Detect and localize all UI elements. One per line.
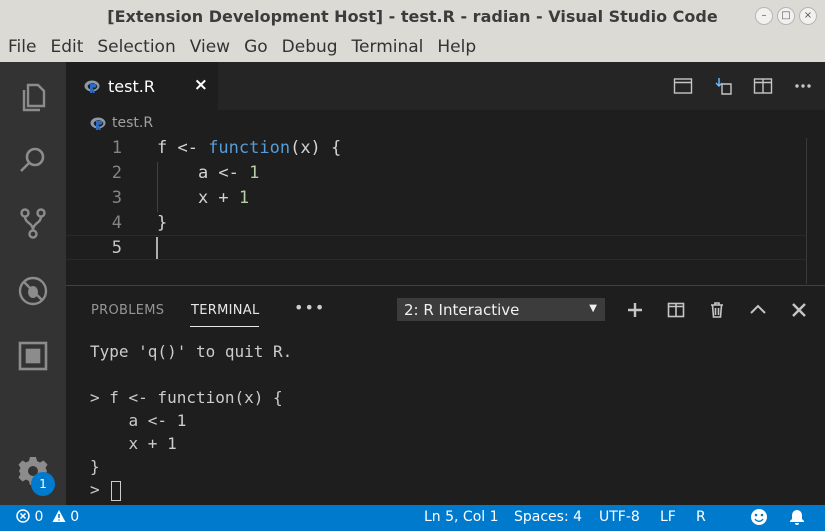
- cursor-position[interactable]: Ln 5, Col 1: [424, 509, 499, 525]
- explorer-icon[interactable]: [0, 68, 66, 126]
- maximize-button[interactable]: □: [777, 7, 795, 25]
- terminal-line: > f <- function(x) {: [90, 388, 283, 407]
- search-icon[interactable]: [0, 131, 66, 189]
- r-language-icon: [90, 116, 106, 130]
- terminal-select[interactable]: 2: R Interactive ▼: [397, 298, 605, 321]
- run-file-icon[interactable]: [711, 74, 735, 98]
- activity-bar: 1: [0, 62, 66, 505]
- breadcrumb[interactable]: test.R: [90, 112, 153, 134]
- open-preview-icon[interactable]: [671, 74, 695, 98]
- trash-icon[interactable]: [706, 298, 728, 322]
- close-window-button[interactable]: ×: [799, 7, 817, 25]
- tab-label: test.R: [108, 76, 155, 96]
- bottom-panel: PROBLEMS TERMINAL ••• 2: R Interactive ▼…: [66, 285, 825, 505]
- title-bar: [Extension Development Host] - test.R - …: [0, 0, 825, 32]
- text-cursor: [156, 237, 158, 259]
- number-token: 1: [238, 187, 250, 208]
- menu-file[interactable]: File: [8, 37, 36, 57]
- bell-icon[interactable]: [788, 508, 806, 530]
- editor-line-active[interactable]: 5: [66, 235, 806, 260]
- terminal-prompt: >: [90, 480, 110, 499]
- panel-actions: [624, 298, 810, 322]
- menu-terminal[interactable]: Terminal: [352, 37, 424, 57]
- new-terminal-icon[interactable]: [624, 298, 646, 322]
- window-controls: – □ ×: [755, 7, 817, 25]
- number-token: 1: [249, 162, 260, 183]
- warning-count: 0: [70, 509, 80, 525]
- code-token: x +: [157, 187, 239, 208]
- chevron-up-icon[interactable]: [747, 298, 769, 322]
- close-panel-icon[interactable]: [788, 298, 810, 322]
- language-mode[interactable]: R: [696, 509, 706, 525]
- more-views-icon[interactable]: •••: [294, 298, 325, 317]
- menu-view[interactable]: View: [190, 37, 230, 57]
- error-icon: [16, 509, 30, 523]
- more-actions-icon[interactable]: [791, 74, 815, 98]
- split-terminal-icon[interactable]: [665, 298, 687, 322]
- editor-actions: [671, 74, 815, 98]
- tab-terminal[interactable]: TERMINAL: [191, 303, 260, 318]
- terminal-line: x + 1: [90, 434, 177, 453]
- tab-test-r[interactable]: test.R ×: [66, 62, 218, 110]
- editor-line[interactable]: 1 f <- function(x) {: [66, 135, 806, 160]
- editor-line[interactable]: 3 x + 1: [66, 185, 806, 210]
- terminal-cursor: [111, 480, 122, 501]
- terminal-line: Type 'q()' to quit R.: [90, 342, 293, 361]
- error-count: 0: [34, 509, 44, 525]
- feedback-smiley-icon[interactable]: [750, 508, 768, 530]
- terminal-line: }: [90, 457, 100, 476]
- tab-problems[interactable]: PROBLEMS: [91, 303, 164, 318]
- line-code: a <- 1: [157, 163, 259, 183]
- menu-selection[interactable]: Selection: [97, 37, 175, 57]
- line-number: 5: [111, 237, 122, 258]
- extensions-icon[interactable]: [0, 327, 66, 385]
- r-language-icon: [84, 79, 100, 93]
- encoding-status[interactable]: UTF-8: [599, 509, 640, 525]
- menu-debug[interactable]: Debug: [282, 37, 338, 57]
- minimize-button[interactable]: –: [755, 7, 773, 25]
- line-code: }: [157, 212, 168, 233]
- eol-status[interactable]: LF: [660, 509, 676, 525]
- indent-guide: [157, 162, 158, 212]
- code-token: (x) {: [290, 137, 342, 158]
- line-number: 2: [111, 162, 122, 183]
- line-number: 3: [111, 187, 122, 208]
- source-control-icon[interactable]: [0, 194, 66, 252]
- split-editor-icon[interactable]: [751, 74, 775, 98]
- indentation-status[interactable]: Spaces: 4: [514, 509, 582, 525]
- chevron-down-icon: ▼: [589, 303, 597, 314]
- line-number: 4: [111, 212, 122, 233]
- terminal-select-value: 2: R Interactive: [404, 300, 520, 319]
- line-code: x + 1: [157, 188, 249, 208]
- keyword-token: function: [208, 137, 291, 158]
- menu-bar: File Edit Selection View Go Debug Termin…: [0, 32, 825, 62]
- status-bar: 0 0 Ln 5, Col 1 Spaces: 4 UTF-8 LF R: [0, 505, 825, 531]
- editor-tab-bar: test.R ×: [66, 62, 825, 110]
- warning-icon: [52, 510, 66, 522]
- menu-edit[interactable]: Edit: [50, 37, 83, 57]
- editor-line[interactable]: 2 a <- 1: [66, 160, 806, 185]
- problems-status[interactable]: 0 0: [16, 509, 79, 525]
- window-title: [Extension Development Host] - test.R - …: [107, 6, 718, 26]
- close-tab-icon[interactable]: ×: [194, 75, 208, 95]
- menu-go[interactable]: Go: [244, 37, 268, 57]
- line-code: f <- function(x) {: [157, 138, 341, 158]
- settings-update-badge: 1: [31, 472, 55, 496]
- line-number: 1: [111, 137, 122, 158]
- menu-help[interactable]: Help: [437, 37, 476, 57]
- terminal-line: a <- 1: [90, 411, 187, 430]
- terminal-prompt-line[interactable]: >: [90, 478, 122, 501]
- debug-icon[interactable]: [0, 262, 66, 320]
- active-tab-indicator: [190, 326, 259, 327]
- editor-scrollbar[interactable]: [806, 138, 807, 284]
- editor-line[interactable]: 4 }: [66, 210, 806, 235]
- code-editor[interactable]: 1 f <- function(x) { 2 a <- 1 3 x + 1 4 …: [66, 134, 825, 284]
- code-token: a <-: [157, 162, 250, 183]
- breadcrumb-file[interactable]: test.R: [112, 115, 153, 131]
- code-token: f <-: [157, 137, 209, 158]
